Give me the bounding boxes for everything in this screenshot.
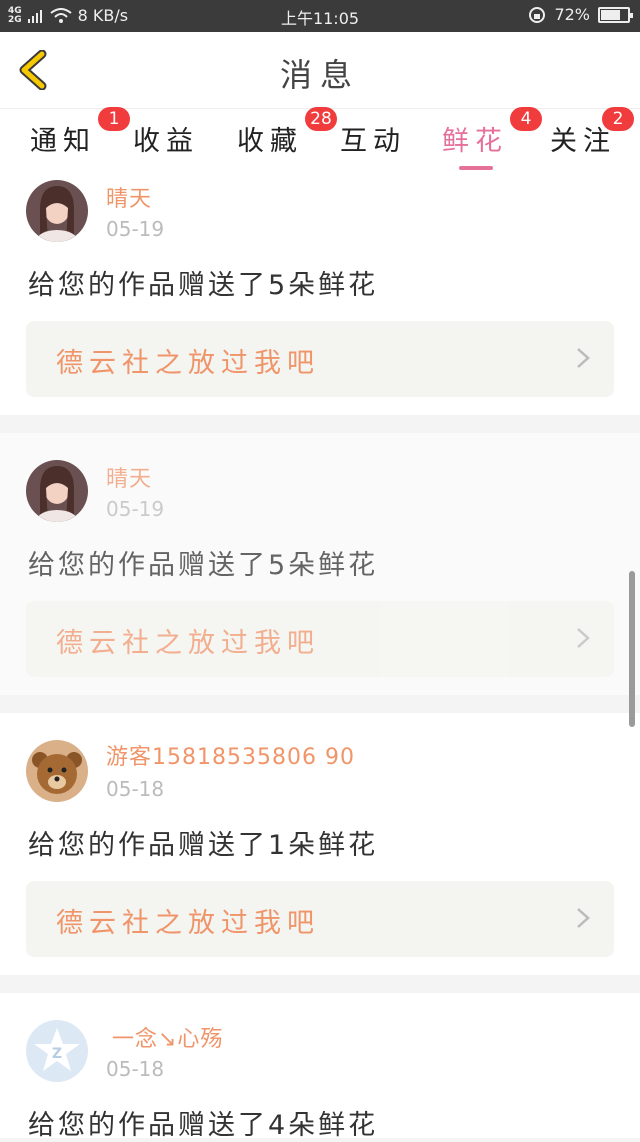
sender-name[interactable]: 晴天 bbox=[106, 181, 152, 213]
work-title: 德云社之放过我吧 bbox=[56, 908, 320, 939]
tab-label: 收藏 bbox=[237, 126, 303, 157]
message-text: 给您的作品赠送了4朵鲜花 bbox=[28, 1110, 379, 1141]
girl-avatar[interactable] bbox=[26, 460, 88, 522]
work-title: 德云社之放过我吧 bbox=[56, 348, 320, 379]
page-title: 消息 bbox=[279, 56, 360, 94]
nav-bar: 消息 bbox=[0, 32, 640, 109]
rotation-lock-icon bbox=[529, 6, 546, 23]
teddy-bear-avatar[interactable] bbox=[26, 740, 88, 802]
unread-badge: 28 bbox=[305, 107, 337, 131]
message-text: 给您的作品赠送了1朵鲜花 bbox=[28, 830, 379, 861]
status-right: 72% bbox=[528, 5, 633, 24]
scrollbar[interactable] bbox=[629, 571, 635, 727]
message-card: 晴天 05-19 给您的作品赠送了5朵鲜花 德云社之放过我吧 bbox=[0, 433, 640, 695]
battery-icon bbox=[598, 6, 633, 23]
battery-fill bbox=[601, 9, 620, 20]
message-card: Z 一念↘心殇 05-18 给您的作品赠送了4朵鲜花 bbox=[0, 993, 640, 1141]
tab-label: 关注 bbox=[550, 126, 616, 157]
sender-name[interactable]: 游客15818535806 90 bbox=[106, 739, 355, 771]
chevron-right-icon bbox=[577, 348, 590, 368]
chevron-right-icon bbox=[577, 628, 590, 648]
tab-label: 互动 bbox=[340, 126, 406, 157]
unread-badge: 4 bbox=[510, 107, 542, 131]
tab-flowers[interactable]: 鲜花 4 bbox=[442, 107, 542, 158]
work-link[interactable]: 德云社之放过我吧 bbox=[26, 881, 614, 957]
tab-favorites[interactable]: 收藏 28 bbox=[237, 107, 337, 158]
tab-interaction[interactable]: 互动 bbox=[340, 119, 406, 158]
message-text: 给您的作品赠送了5朵鲜花 bbox=[28, 270, 379, 301]
work-link[interactable]: 德云社之放过我吧 bbox=[26, 321, 614, 397]
active-tab-indicator bbox=[459, 166, 493, 170]
message-text: 给您的作品赠送了5朵鲜花 bbox=[28, 550, 379, 581]
work-link[interactable]: 德云社之放过我吧 bbox=[26, 601, 614, 677]
message-date: 05-18 bbox=[106, 1057, 165, 1081]
unread-badge: 1 bbox=[98, 107, 130, 131]
sender-name[interactable]: 晴天 bbox=[106, 461, 152, 493]
tab-label: 通知 bbox=[30, 126, 96, 157]
battery-percent: 72% bbox=[554, 5, 590, 24]
message-date: 05-18 bbox=[106, 777, 165, 801]
message-card: 晴天 05-19 给您的作品赠送了5朵鲜花 德云社之放过我吧 bbox=[0, 171, 640, 415]
unread-badge: 2 bbox=[602, 107, 634, 131]
sender-name[interactable]: 一念↘心殇 bbox=[112, 1021, 223, 1053]
status-bar: 4G 2G 8 KB/s 上午11:05 72% bbox=[0, 0, 640, 32]
tab-follow[interactable]: 关注 2 bbox=[550, 107, 634, 158]
message-card: 游客15818535806 90 05-18 给您的作品赠送了1朵鲜花 德云社之… bbox=[0, 713, 640, 975]
message-date: 05-19 bbox=[106, 497, 165, 521]
message-date: 05-19 bbox=[106, 217, 165, 241]
svg-text:Z: Z bbox=[52, 1046, 62, 1062]
work-title: 德云社之放过我吧 bbox=[56, 628, 320, 659]
tab-notice[interactable]: 通知 1 bbox=[30, 107, 130, 158]
chevron-right-icon bbox=[577, 908, 590, 928]
tab-label: 鲜花 bbox=[442, 126, 508, 157]
qq-default-avatar[interactable]: Z bbox=[26, 1020, 88, 1082]
girl-avatar[interactable] bbox=[26, 180, 88, 242]
tab-bar: 通知 1 收益 收藏 28 互动 鲜花 4 关注 2 bbox=[0, 107, 640, 171]
tab-label: 收益 bbox=[133, 126, 199, 157]
tab-income[interactable]: 收益 bbox=[133, 119, 199, 158]
